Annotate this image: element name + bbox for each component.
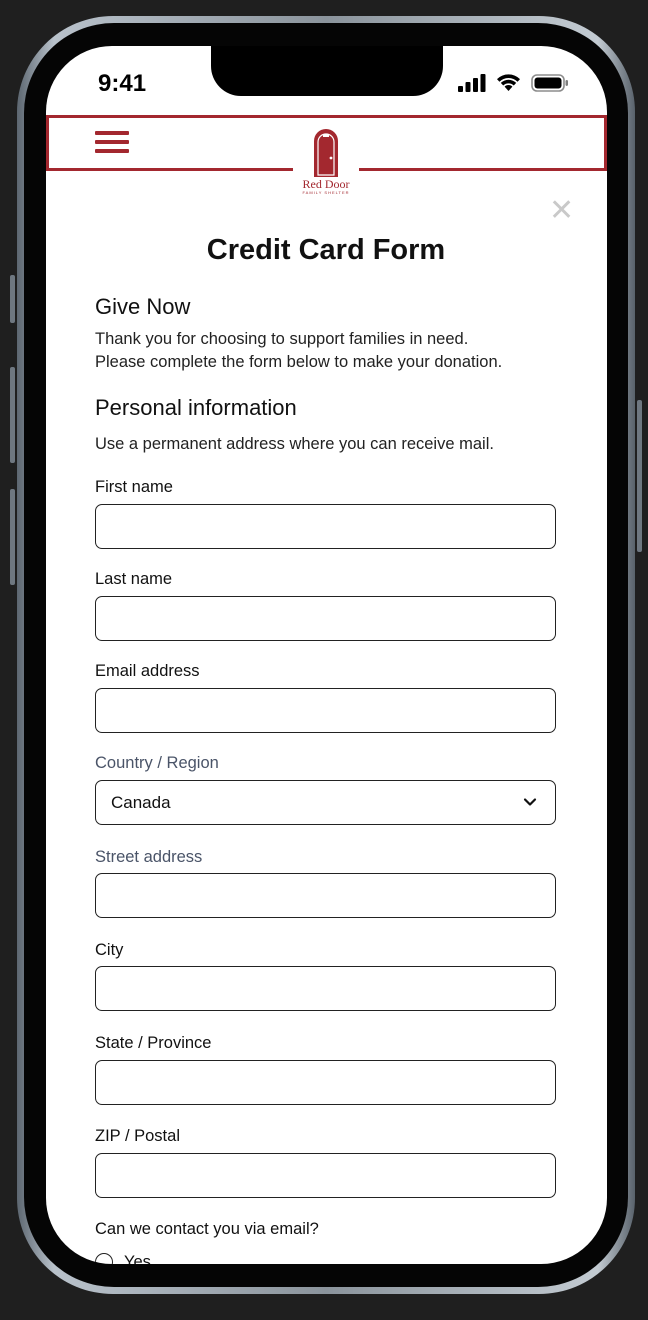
status-icons	[458, 74, 569, 92]
city-label: City	[95, 941, 124, 959]
give-now-line-1: Thank you for choosing to support famili…	[95, 330, 469, 348]
city-field[interactable]	[95, 966, 556, 1011]
status-time: 9:41	[98, 70, 147, 97]
last-name-field[interactable]	[95, 596, 556, 641]
logo-name: Red Door	[302, 177, 350, 191]
email-field[interactable]	[95, 688, 556, 733]
street-label: Street address	[95, 848, 203, 866]
door-logo-icon	[314, 129, 338, 177]
chevron-down-icon	[523, 798, 537, 806]
street-field[interactable]	[95, 873, 556, 918]
cellular-signal-icon	[458, 74, 486, 92]
last-name-label: Last name	[95, 570, 173, 588]
side-button-volume-down	[10, 489, 15, 585]
side-button-power	[637, 400, 642, 552]
close-icon[interactable]: ✕	[549, 196, 574, 226]
state-label: State / Province	[95, 1034, 212, 1052]
battery-icon	[531, 74, 568, 92]
give-now-heading: Give Now	[95, 294, 191, 319]
side-button-mute	[10, 275, 15, 323]
first-name-label: First name	[95, 478, 173, 496]
personal-info-description: Use a permanent address where you can re…	[95, 435, 494, 453]
give-now-line-2: Please complete the form below to make y…	[95, 353, 503, 371]
zip-label: ZIP / Postal	[95, 1127, 180, 1145]
country-label: Country / Region	[95, 754, 219, 772]
form-title: Credit Card Form	[206, 234, 446, 266]
zip-field[interactable]	[95, 1153, 556, 1198]
logo-tagline: FAMILY SHELTER	[302, 190, 350, 195]
contact-question: Can we contact you via email?	[95, 1220, 319, 1238]
wifi-icon	[497, 74, 520, 91]
email-label: Email address	[95, 662, 200, 680]
hamburger-menu-icon[interactable]	[95, 131, 129, 157]
first-name-field[interactable]	[95, 504, 556, 549]
country-selected-value: Canada	[111, 793, 171, 812]
personal-info-heading: Personal information	[95, 395, 297, 420]
state-field[interactable]	[95, 1060, 556, 1105]
side-button-volume-up	[10, 367, 15, 463]
country-select[interactable]: Canada	[95, 780, 556, 825]
red-door-logo[interactable]: Red Door FAMILY SHELTER	[293, 124, 359, 204]
contact-yes-radio[interactable]	[95, 1253, 113, 1264]
contact-yes-label[interactable]: Yes	[124, 1253, 151, 1264]
phone-screen: 9:41 Red Door FAMILY SHELTER ✕ Credit Ca…	[46, 46, 607, 1264]
dynamic-island	[211, 46, 443, 96]
